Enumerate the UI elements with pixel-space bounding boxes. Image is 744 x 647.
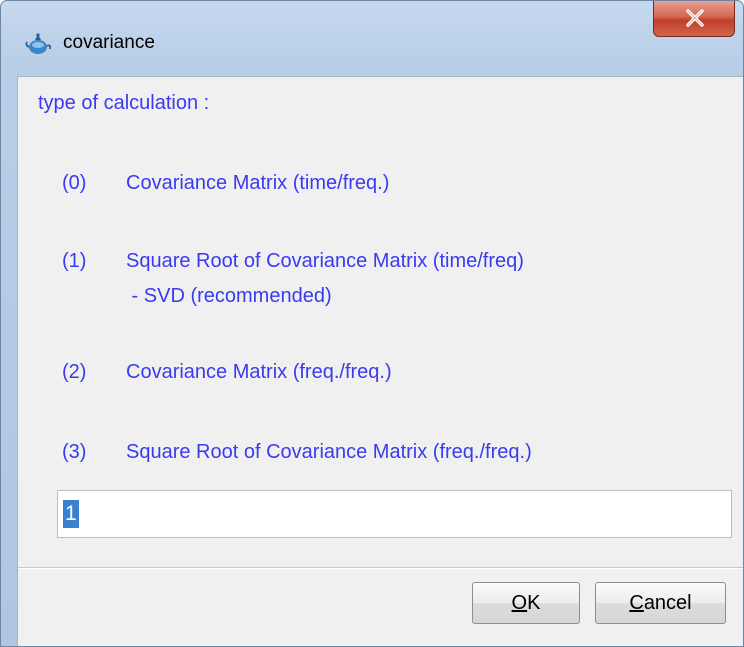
option-3-label: Square Root of Covariance Matrix (freq./…	[126, 441, 532, 463]
cancel-button[interactable]: Cancel	[595, 582, 726, 624]
teapot-app-icon	[25, 33, 51, 54]
ok-label-rest: K	[527, 592, 541, 614]
separator	[18, 567, 743, 569]
cancel-mnemonic: C	[629, 592, 644, 614]
option-1-label: Square Root of Covariance Matrix (time/f…	[126, 250, 524, 272]
ok-mnemonic: O	[511, 592, 528, 614]
dialog-window: covariance type of calculation : (0) Cov…	[0, 0, 744, 647]
dialog-body: type of calculation : (0) Covariance Mat…	[17, 76, 743, 646]
option-1-number: (1)	[62, 250, 87, 272]
title-bar[interactable]: covariance	[1, 1, 743, 77]
option-2-number: (2)	[62, 361, 87, 383]
close-icon	[686, 9, 704, 27]
calculation-type-input[interactable]: 1	[57, 490, 732, 538]
heading-label: type of calculation :	[38, 92, 210, 114]
cancel-label-rest: ancel	[643, 592, 692, 614]
close-button[interactable]	[653, 1, 735, 37]
option-0-label: Covariance Matrix (time/freq.)	[126, 172, 390, 194]
ok-button[interactable]: OK	[472, 582, 580, 624]
option-0-number: (0)	[62, 172, 87, 194]
option-3-number: (3)	[62, 441, 87, 463]
window-title: covariance	[63, 32, 155, 53]
option-2-label: Covariance Matrix (freq./freq.)	[126, 361, 392, 383]
input-selected-text[interactable]: 1	[63, 500, 79, 528]
option-1-sublabel: - SVD (recommended)	[126, 285, 332, 307]
